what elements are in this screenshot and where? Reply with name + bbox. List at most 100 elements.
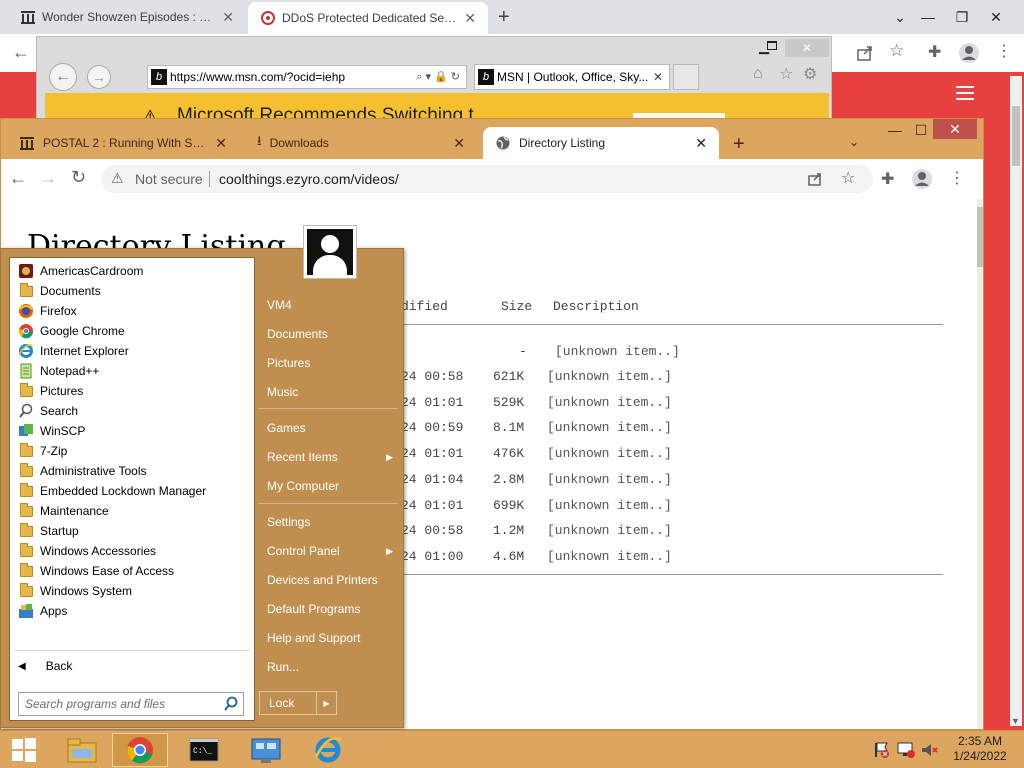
ie-home-icon[interactable]: ⌂	[753, 65, 763, 83]
lock-options-arrow-icon[interactable]: ▶	[316, 692, 336, 714]
hamburger-menu-icon[interactable]	[956, 86, 974, 100]
search-input[interactable]	[25, 695, 215, 713]
back-button[interactable]: ◀ Back	[18, 656, 72, 676]
user-picture[interactable]	[303, 225, 357, 279]
start-control-panel[interactable]: Control Panel ▶	[267, 540, 393, 562]
taskbar-control-panel[interactable]	[238, 733, 294, 767]
program-item[interactable]: Internet Explorer	[10, 341, 254, 361]
program-item[interactable]: Maintenance	[10, 501, 254, 521]
program-item[interactable]: Google Chrome	[10, 321, 254, 341]
back-scrollbar[interactable]: ▼	[1010, 76, 1022, 726]
close-tab-icon[interactable]: ✕	[453, 135, 465, 152]
bookmark-star-icon[interactable]: ☆	[841, 168, 855, 188]
tab-postal2[interactable]: POSTAL 2 : Running With Scissors ✕	[7, 127, 239, 159]
program-item[interactable]: Windows System	[10, 581, 254, 601]
omnibox[interactable]: ⚠ Not secure coolthings.ezyro.com/videos…	[101, 165, 873, 193]
close-tab-icon[interactable]: ✕	[222, 9, 234, 26]
extensions-icon[interactable]: ✚	[928, 42, 941, 62]
ie-address-bar[interactable]: b https://www.msn.com/?ocid=iehp ⌕ ▾ 🔒 ↻	[147, 65, 467, 89]
lock-button[interactable]: Lock ▶	[259, 691, 337, 715]
start-recent-items[interactable]: Recent Items ▶	[267, 446, 393, 468]
program-item[interactable]: Notepad++	[10, 361, 254, 381]
ie-favorites-star-icon[interactable]: ☆	[779, 64, 793, 84]
start-my-computer[interactable]: My Computer	[267, 475, 393, 497]
action-center-flag-icon[interactable]	[872, 741, 890, 759]
menu-kebab-icon[interactable]: ⋮	[996, 41, 1012, 61]
start-run[interactable]: Run...	[267, 656, 393, 678]
close-tab-icon[interactable]: ✕	[695, 135, 707, 152]
start-settings[interactable]: Settings	[267, 511, 393, 533]
start-button[interactable]	[2, 733, 46, 767]
program-item[interactable]: Administrative Tools	[10, 461, 254, 481]
program-item[interactable]: Search	[10, 401, 254, 421]
network-icon[interactable]	[896, 741, 916, 759]
tab-downloads[interactable]: ⭳ Downloads ✕	[245, 127, 477, 159]
close-window-icon[interactable]: ✕	[933, 119, 977, 139]
program-item[interactable]: Windows Ease of Access	[10, 561, 254, 581]
restore-icon[interactable]: ❐	[946, 0, 978, 34]
back-arrow-icon[interactable]: ←	[9, 168, 27, 189]
minimize-icon[interactable]: —	[912, 0, 944, 34]
ie-close-icon[interactable]: ✕	[785, 39, 829, 57]
tab-search-chevron-icon[interactable]: ⌄	[849, 135, 859, 149]
share-icon[interactable]	[807, 171, 823, 187]
taskbar-file-explorer[interactable]	[54, 733, 110, 767]
ie-back-icon[interactable]: ←	[49, 63, 77, 91]
program-item[interactable]: WinSCP	[10, 421, 254, 441]
profile-icon[interactable]	[958, 42, 980, 64]
program-item[interactable]: AmericasCardroom	[10, 261, 254, 281]
scrollbar-thumb[interactable]	[977, 207, 983, 267]
program-item[interactable]: Documents	[10, 281, 254, 301]
program-item[interactable]: Firefox	[10, 301, 254, 321]
close-tab-icon[interactable]: ✕	[215, 135, 227, 152]
program-item[interactable]: Windows Accessories	[10, 541, 254, 561]
ie-address-tools-icon[interactable]: ⌕ ▾ 🔒 ↻	[416, 66, 460, 88]
start-music[interactable]: Music	[267, 381, 393, 403]
ie-maximize-icon[interactable]	[767, 41, 777, 50]
program-item[interactable]: 7-Zip	[10, 441, 254, 461]
back-arrow-icon[interactable]: ←	[12, 42, 30, 63]
close-window-icon[interactable]: ✕	[980, 0, 1012, 34]
extensions-icon[interactable]: ✚	[881, 169, 894, 189]
taskbar-internet-explorer[interactable]	[300, 733, 356, 767]
back-scrollbar-thumb[interactable]	[1012, 106, 1020, 166]
col-header-modified[interactable]: dified	[401, 299, 448, 314]
volume-muted-icon[interactable]	[920, 741, 938, 759]
back-tab-wonder-showzen[interactable]: Wonder Showzen Episodes : Free ✕	[8, 0, 246, 34]
taskbar-cmd[interactable]: C:\_	[176, 733, 232, 767]
profile-icon[interactable]	[911, 168, 933, 190]
start-documents[interactable]: Documents	[267, 323, 393, 345]
tab-directory-listing[interactable]: Directory Listing ✕	[483, 127, 719, 159]
new-tab-icon[interactable]: +	[498, 6, 510, 29]
forward-arrow-icon[interactable]: →	[39, 168, 57, 189]
scroll-down-arrow-icon[interactable]: ▼	[1011, 716, 1020, 726]
start-user-vm4[interactable]: VM4	[267, 294, 393, 316]
start-pictures[interactable]: Pictures	[267, 352, 393, 374]
close-tab-icon[interactable]: ✕	[464, 10, 476, 27]
ie-new-tab-button[interactable]	[673, 64, 699, 90]
start-default-programs[interactable]: Default Programs	[267, 598, 393, 620]
search-icon[interactable]	[223, 696, 239, 712]
program-item[interactable]: Apps	[10, 601, 254, 621]
start-devices-printers[interactable]: Devices and Printers	[267, 569, 393, 591]
menu-kebab-icon[interactable]: ⋮	[949, 168, 965, 188]
new-tab-icon[interactable]: +	[733, 133, 745, 156]
ie-gear-icon[interactable]: ⚙	[803, 64, 817, 84]
taskbar-chrome[interactable]	[112, 733, 168, 767]
col-header-size[interactable]: Size	[501, 299, 532, 314]
program-item[interactable]: Embedded Lockdown Manager	[10, 481, 254, 501]
ie-tab-close-icon[interactable]: ✕	[653, 65, 663, 89]
col-header-description[interactable]: Description	[553, 299, 639, 314]
start-help-support[interactable]: Help and Support	[267, 627, 393, 649]
taskbar-clock[interactable]: 2:35 AM 1/24/2022	[942, 734, 1018, 764]
program-item[interactable]: Pictures	[10, 381, 254, 401]
ie-tab-msn[interactable]: b MSN | Outlook, Office, Sky... ✕	[474, 64, 670, 90]
page-scrollbar[interactable]	[977, 199, 983, 729]
program-item[interactable]: Startup	[10, 521, 254, 541]
reload-icon[interactable]: ↻	[71, 167, 86, 188]
search-box[interactable]	[18, 692, 244, 716]
bookmark-star-icon[interactable]: ☆	[889, 41, 904, 61]
start-games[interactable]: Games	[267, 417, 393, 439]
back-tab-ddos[interactable]: DDoS Protected Dedicated Serve ✕	[248, 2, 488, 34]
ie-forward-icon[interactable]: →	[87, 65, 111, 89]
